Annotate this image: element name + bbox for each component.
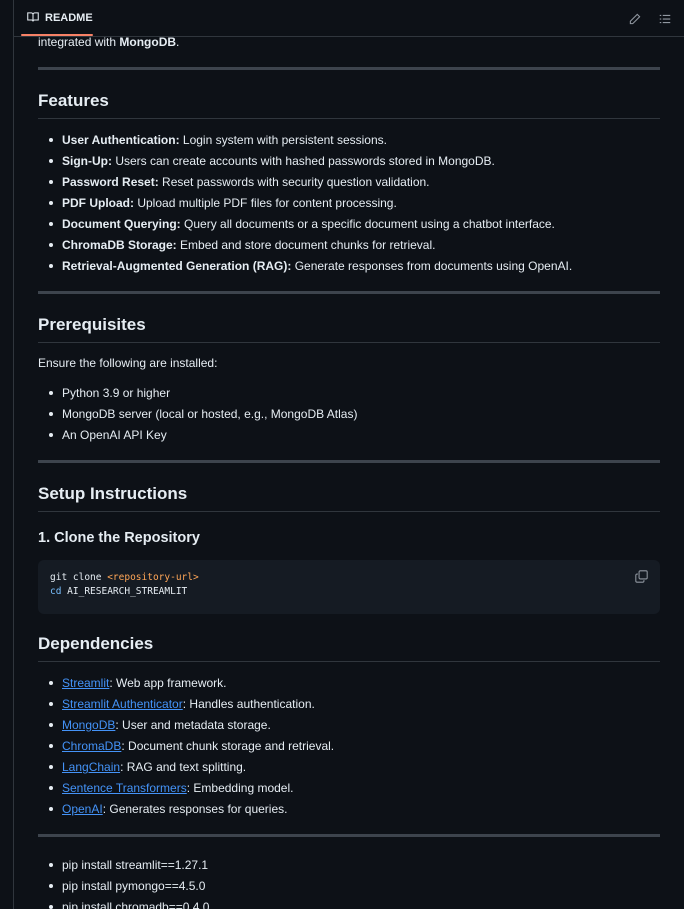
clone-step-heading: 1. Clone the Repository	[38, 530, 200, 546]
divider	[38, 291, 660, 294]
book-icon	[27, 11, 39, 26]
pencil-icon[interactable]	[627, 11, 643, 27]
list-item: Password Reset: Reset passwords with sec…	[38, 175, 572, 196]
list-item: Retrieval-Augmented Generation (RAG): Ge…	[38, 259, 572, 280]
copy-icon[interactable]	[635, 570, 649, 584]
tab-readme[interactable]: README	[21, 0, 93, 36]
divider	[38, 834, 660, 837]
dependency-link[interactable]: Streamlit Authenticator	[62, 697, 183, 711]
dependency-link[interactable]: LangChain	[62, 760, 120, 774]
features-heading: Features	[38, 91, 660, 119]
readme-panel: README integrated with MongoDB. Features…	[13, 0, 684, 909]
list-item: pip install streamlit==1.27.1	[38, 858, 209, 879]
list-item: Python 3.9 or higher	[38, 386, 357, 407]
prerequisites-heading: Prerequisites	[38, 315, 660, 343]
list-item: ChromaDB Storage: Embed and store docume…	[38, 238, 572, 259]
list-item: User Authentication: Login system with p…	[38, 133, 572, 154]
tab-active-indicator	[21, 34, 93, 36]
dependency-link[interactable]: ChromaDB	[62, 739, 121, 753]
tab-readme-label: README	[45, 12, 93, 24]
prerequisites-list: Python 3.9 or higher MongoDB server (loc…	[38, 386, 357, 449]
list-item: pip install chromadb==0.4.0	[38, 900, 209, 909]
list-item: OpenAI: Generates responses for queries.	[38, 802, 334, 823]
list-item: pip install pymongo==4.5.0	[38, 879, 209, 900]
readme-header: README	[14, 0, 684, 37]
list-item: Sentence Transformers: Embedding model.	[38, 781, 334, 802]
dependency-link[interactable]: Streamlit	[62, 676, 109, 690]
prerequisites-intro: Ensure the following are installed:	[38, 356, 218, 370]
list-item: PDF Upload: Upload multiple PDF files fo…	[38, 196, 572, 217]
code-line: cd AI_RESEARCH_STREAMLIT	[50, 586, 188, 597]
dependency-link[interactable]: MongoDB	[62, 718, 115, 732]
divider	[38, 460, 660, 463]
list-item: MongoDB server (local or hosted, e.g., M…	[38, 407, 357, 428]
list-item: Document Querying: Query all documents o…	[38, 217, 572, 238]
pip-install-list: pip install streamlit==1.27.1 pip instal…	[38, 858, 209, 909]
divider	[38, 67, 660, 70]
features-list: User Authentication: Login system with p…	[38, 133, 572, 280]
list-item: Sign-Up: Users can create accounts with …	[38, 154, 572, 175]
list-item: Streamlit: Web app framework.	[38, 676, 334, 697]
list-item: ChromaDB: Document chunk storage and ret…	[38, 739, 334, 760]
list-item: Streamlit Authenticator: Handles authent…	[38, 697, 334, 718]
dependencies-heading: Dependencies	[38, 634, 660, 662]
dependency-link[interactable]: OpenAI	[62, 802, 103, 816]
dependency-link[interactable]: Sentence Transformers	[62, 781, 187, 795]
list-icon[interactable]	[657, 11, 673, 27]
intro-tail-text: integrated with MongoDB.	[38, 35, 180, 49]
dependencies-list: Streamlit: Web app framework. Streamlit …	[38, 676, 334, 823]
setup-heading: Setup Instructions	[38, 484, 660, 512]
code-line: git clone <repository-url>	[50, 572, 199, 583]
list-item: LangChain: RAG and text splitting.	[38, 760, 334, 781]
list-item: MongoDB: User and metadata storage.	[38, 718, 334, 739]
list-item: An OpenAI API Key	[38, 428, 357, 449]
code-block: git clone <repository-url> cd AI_RESEARC…	[38, 560, 660, 614]
